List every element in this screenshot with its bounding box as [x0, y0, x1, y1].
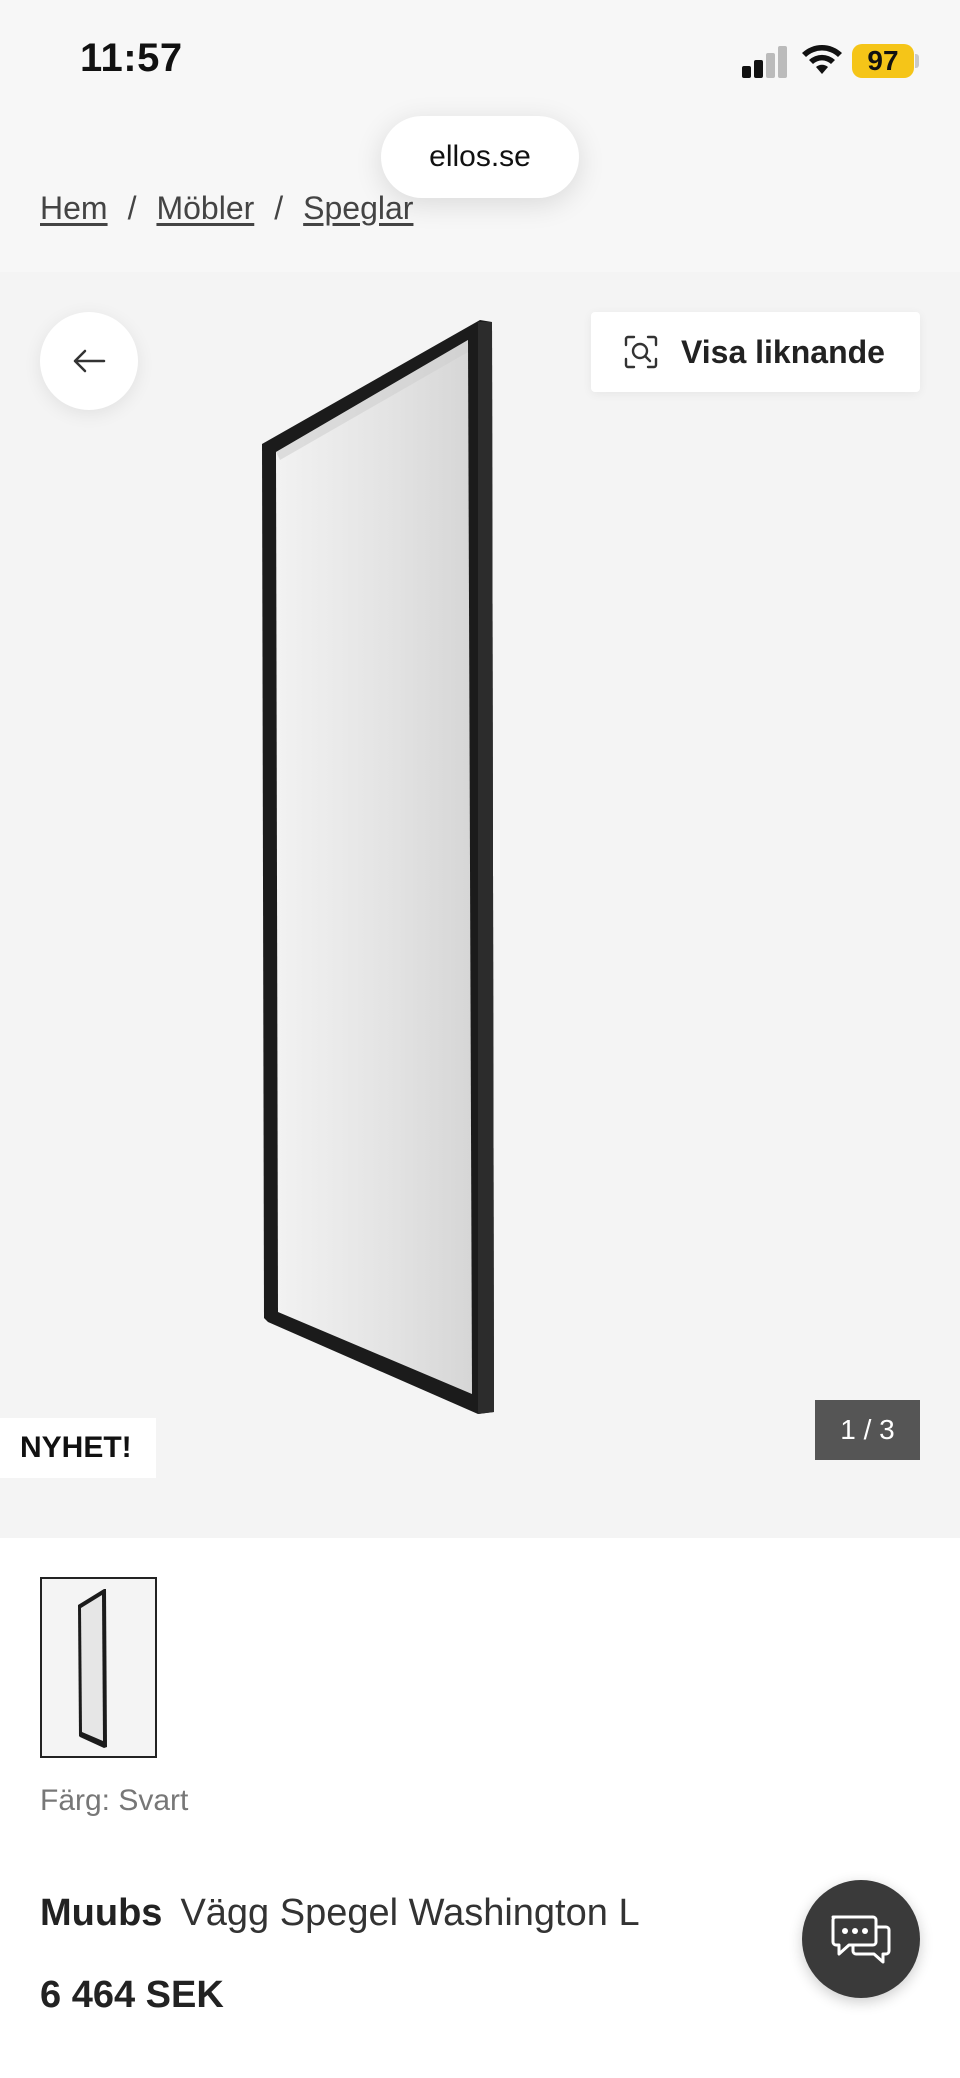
thumbnail-image-1[interactable]: [40, 1577, 157, 1758]
breadcrumb-link-mobler[interactable]: Möbler: [156, 190, 254, 227]
battery-tip: [915, 54, 919, 68]
breadcrumb: Hem / Möbler / Speglar: [40, 190, 413, 227]
new-badge: NYHET!: [0, 1418, 156, 1478]
image-counter: 1 / 3: [815, 1400, 920, 1460]
url-bar[interactable]: ellos.se: [381, 116, 579, 198]
breadcrumb-link-speglar[interactable]: Speglar: [303, 190, 413, 227]
thumbnail-mirror-image: [78, 1589, 107, 1748]
status-time: 11:57: [80, 36, 183, 80]
product-price: 6 464 SEK: [40, 1974, 224, 2016]
product-image-gallery[interactable]: Visa liknande NYHET! 1 / 3: [0, 272, 960, 1538]
back-button[interactable]: [40, 312, 138, 410]
product-image-mirror[interactable]: [0, 272, 960, 1538]
wifi-icon: [802, 45, 842, 74]
product-brand[interactable]: Muubs: [40, 1892, 162, 1934]
cellular-signal-icon: [742, 44, 788, 78]
show-similar-label: Visa liknande: [681, 333, 885, 370]
arrow-left-icon: [73, 349, 106, 373]
color-label: Färg: Svart: [40, 1784, 189, 1817]
breadcrumb-separator: /: [274, 190, 284, 226]
product-title: Muubs Vägg Spegel Washington L: [40, 1892, 640, 1935]
chat-bubbles-icon: [831, 1915, 891, 1964]
product-name: Vägg Spegel Washington L: [180, 1892, 640, 1934]
battery-indicator: 97: [852, 44, 914, 78]
chat-button[interactable]: [802, 1880, 920, 1998]
breadcrumb-link-hem[interactable]: Hem: [40, 190, 108, 227]
show-similar-button[interactable]: Visa liknande: [591, 312, 920, 392]
visual-search-icon: [624, 335, 658, 369]
status-bar: 11:57 97: [0, 0, 960, 120]
breadcrumb-separator: /: [127, 190, 137, 226]
